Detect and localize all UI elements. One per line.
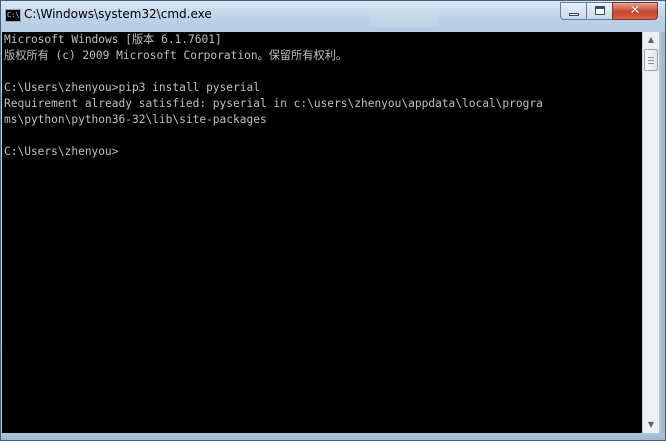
maximize-icon <box>595 6 605 15</box>
close-icon: ✕ <box>629 3 641 18</box>
minimize-icon <box>569 13 579 16</box>
window-right-border <box>659 32 665 440</box>
console-line: Microsoft Windows [版本 6.1.7601] <box>4 33 222 46</box>
scrollbar-thumb[interactable] <box>644 49 658 71</box>
cmd-window: C:\ C:\Windows\system32\cmd.exe ✕ Micros… <box>0 0 666 441</box>
scroll-down-arrow-icon: ▼ <box>647 420 655 429</box>
titlebar-reflection <box>369 11 439 27</box>
vertical-scrollbar[interactable]: ▲ ▼ <box>642 32 659 433</box>
scroll-up-button[interactable]: ▲ <box>643 32 659 48</box>
console-line: ms\python\python36-32\lib\site-packages <box>4 113 267 126</box>
console-line: C:\Users\zhenyou>pip3 install pyserial <box>4 81 260 94</box>
console-line: 版权所有 (c) 2009 Microsoft Corporation。保留所有… <box>4 49 348 62</box>
console-prompt: C:\Users\zhenyou> <box>4 145 119 158</box>
window-title: C:\Windows\system32\cmd.exe <box>24 7 212 21</box>
scroll-down-button[interactable]: ▼ <box>643 417 659 433</box>
thumb-grip-line <box>648 60 654 61</box>
console-output[interactable]: Microsoft Windows [版本 6.1.7601] 版权所有 (c)… <box>2 32 642 433</box>
console-line: Requirement already satisfied: pyserial … <box>4 97 543 110</box>
cmd-icon[interactable]: C:\ <box>5 9 21 22</box>
thumb-grip-line <box>648 57 654 58</box>
maximize-button[interactable] <box>586 2 613 20</box>
scroll-up-arrow-icon: ▲ <box>647 35 655 44</box>
minimize-button[interactable] <box>560 2 587 20</box>
thumb-grip-line <box>648 63 654 64</box>
close-button[interactable]: ✕ <box>612 2 658 20</box>
cmd-icon-text: C:\ <box>7 11 20 19</box>
title-bar[interactable]: C:\ C:\Windows\system32\cmd.exe ✕ <box>1 1 665 31</box>
window-bottom-border <box>1 433 665 440</box>
